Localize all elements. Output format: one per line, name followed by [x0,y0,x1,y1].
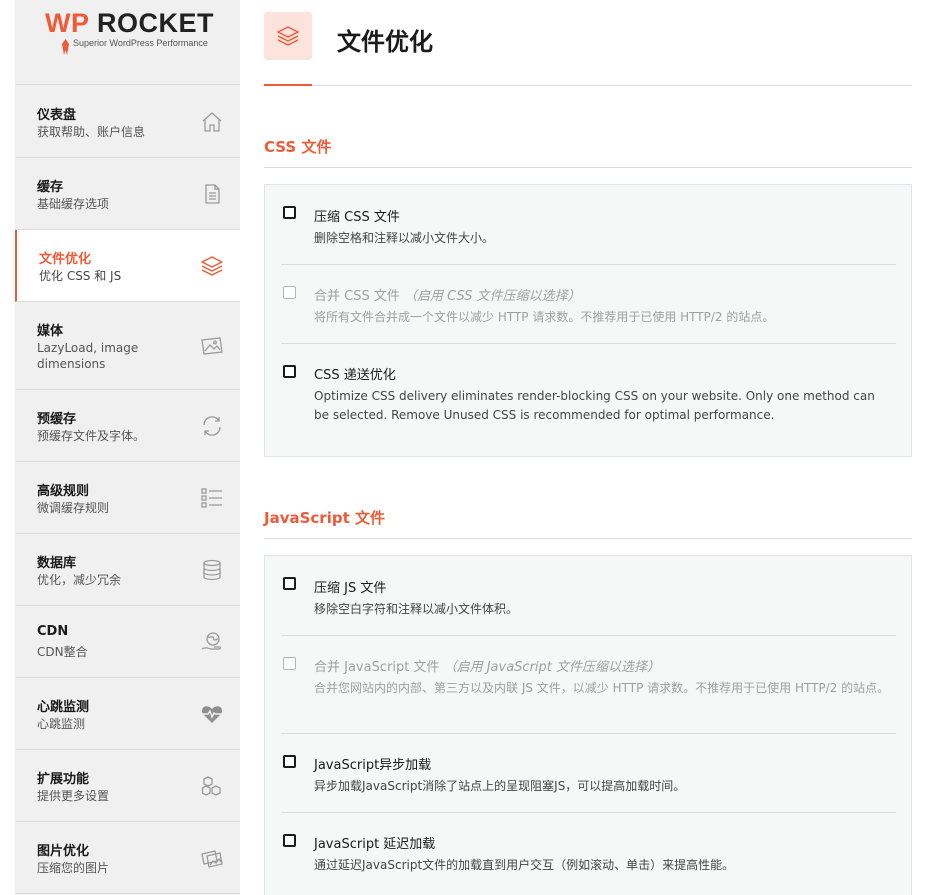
js-options-card: 压缩 JS 文件 移除空白字符和注释以减小文件体积。 合并 JavaScript… [264,555,912,895]
images-icon [200,846,224,870]
option-description: Optimize CSS delivery eliminates render-… [314,389,875,422]
sidebar-item-cache[interactable]: 缓存 基础缓存选项 [15,158,240,230]
document-icon [200,182,224,206]
load-js-deferred-checkbox[interactable] [283,755,296,768]
section-title-js: JavaScript 文件 [264,507,912,539]
globe-hand-icon [200,630,224,654]
refresh-icon [200,414,224,438]
combine-js-checkbox[interactable] [283,657,296,670]
option-optimize-css-delivery: CSS 递送优化 Optimize CSS delivery eliminate… [281,343,896,457]
sidebar-item-subtitle: 获取帮助、账户信息 [37,125,146,139]
option-description: 通过延迟JavaScript文件的加载直到用户交互（例如滚动、单击）来提高性能。 [314,858,735,872]
sidebar-item-addons[interactable]: 扩展功能 提供更多设置 [15,750,240,822]
option-combine-js: 合并 JavaScript 文件 （启用 JavaScript 文件压缩以选择）… [281,635,896,733]
option-description: 将所有文件合并成一个文件以减少 HTTP 请求数。不推荐用于已使用 HTTP/2… [314,310,775,324]
sidebar-item-title: 高级规则 [37,484,90,499]
sidebar-item-title: 图片优化 [37,844,90,859]
sidebar-item-title: 预缓存 [37,412,77,427]
boxes-icon [200,774,224,798]
header-accent-underline [264,84,312,86]
option-description: 合并您网站内的内部、第三方以及内联 JS 文件，以减少 HTTP 请求数。不推荐… [314,681,890,695]
sidebar-item-subtitle: 基础缓存选项 [37,197,110,211]
page-title: 文件优化 [337,28,433,56]
sidebar-item-title: 心跳监测 [37,700,90,715]
option-minify-css: 压缩 CSS 文件 删除空格和注释以减小文件大小。 [281,185,896,264]
sidebar-item-subtitle: 预缓存文件及字体。 [37,429,146,443]
image-icon [200,334,224,358]
option-label: JavaScript 延迟加载 [314,837,436,852]
sidebar-item-subtitle: LazyLoad, image dimensions [37,341,139,371]
option-label: 压缩 CSS 文件 [314,210,400,225]
sidebar-item-subtitle: 优化，减少冗余 [37,573,122,587]
sidebar-item-title: 扩展功能 [37,772,90,787]
option-label: 压缩 JS 文件 [314,581,387,596]
option-note: （启用 JavaScript 文件压缩以选择） [443,660,661,675]
option-load-js-deferred: JavaScript异步加载 异步加载JavaScript消除了站点上的呈现阻塞… [281,733,896,812]
option-combine-css: 合并 CSS 文件 （启用 CSS 文件压缩以选择） 将所有文件合并成一个文件以… [281,264,896,343]
sidebar-item-media[interactable]: 媒体 LazyLoad, image dimensions [15,302,240,390]
sidebar-item-subtitle: 心跳监测 [37,717,86,731]
combine-css-checkbox[interactable] [283,286,296,299]
option-description: 删除空格和注释以减小文件大小。 [314,231,495,245]
sidebar-item-title: CDN [37,624,69,639]
option-label: CSS 递送优化 [314,368,396,383]
section-title-css: CSS 文件 [264,136,912,168]
sidebar-item-file-optimization[interactable]: 文件优化 优化 CSS 和 JS [15,230,240,302]
sidebar: WP ROCKET Superior WordPress Performance… [15,0,240,895]
sidebar-item-title: 媒体 [37,324,64,339]
option-label: 合并 CSS 文件 （启用 CSS 文件压缩以选择） [314,289,581,304]
option-note: （启用 CSS 文件压缩以选择） [404,289,581,304]
page-header: 文件优化 [264,0,912,86]
optimize-css-delivery-checkbox[interactable] [283,365,296,378]
sidebar-item-title: 文件优化 [39,252,92,267]
checklist-icon [200,486,224,510]
option-label: 合并 JavaScript 文件 （启用 JavaScript 文件压缩以选择） [314,660,661,675]
delay-js-checkbox[interactable] [283,834,296,847]
logo-tagline: Superior WordPress Performance [73,38,208,48]
option-minify-js: 压缩 JS 文件 移除空白字符和注释以减小文件体积。 [281,556,896,635]
sidebar-item-database[interactable]: 数据库 优化，减少冗余 [15,534,240,606]
header-icon-badge [264,12,312,60]
sidebar-item-subtitle: 提供更多设置 [37,789,110,803]
minify-js-checkbox[interactable] [283,577,296,590]
sidebar-item-subtitle: CDN整合 [37,645,88,659]
option-delay-js: JavaScript 延迟加载 通过延迟JavaScript文件的加载直到用户交… [281,812,896,891]
layers-icon [200,254,224,278]
logo[interactable]: WP ROCKET Superior WordPress Performance [15,0,240,85]
layers-icon [277,26,299,46]
heartbeat-icon [200,702,224,726]
css-options-card: 压缩 CSS 文件 删除空格和注释以减小文件大小。 合并 CSS 文件 （启用 … [264,184,912,457]
sidebar-item-title: 仪表盘 [37,108,77,123]
sidebar-item-title: 数据库 [37,556,77,571]
sidebar-item-preload[interactable]: 预缓存 预缓存文件及字体。 [15,390,240,462]
sidebar-item-advanced-rules[interactable]: 高级规则 微调缓存规则 [15,462,240,534]
option-label: JavaScript异步加载 [314,758,432,773]
sidebar-item-subtitle: 优化 CSS 和 JS [39,269,122,283]
database-icon [200,558,224,582]
home-icon [200,110,224,134]
option-description: 移除空白字符和注释以减小文件体积。 [314,602,519,616]
sidebar-item-heartbeat[interactable]: 心跳监测 心跳监测 [15,678,240,750]
minify-css-checkbox[interactable] [283,206,296,219]
main-content: 文件优化 CSS 文件 压缩 CSS 文件 删除空格和注释以减小文件大小。 合并… [264,0,912,895]
option-description: 异步加载JavaScript消除了站点上的呈现阻塞JS，可以提高加载时间。 [314,779,686,793]
sidebar-item-cdn[interactable]: CDN CDN整合 [15,606,240,678]
sidebar-item-subtitle: 压缩您的图片 [37,861,110,875]
sidebar-item-image-optimization[interactable]: 图片优化 压缩您的图片 [15,822,240,894]
sidebar-item-title: 缓存 [37,180,64,195]
sidebar-item-subtitle: 微调缓存规则 [37,501,110,515]
rocket-flame-icon [62,39,69,55]
sidebar-item-dashboard[interactable]: 仪表盘 获取帮助、账户信息 [15,86,240,158]
logo-wordmark: WP ROCKET [45,8,215,38]
